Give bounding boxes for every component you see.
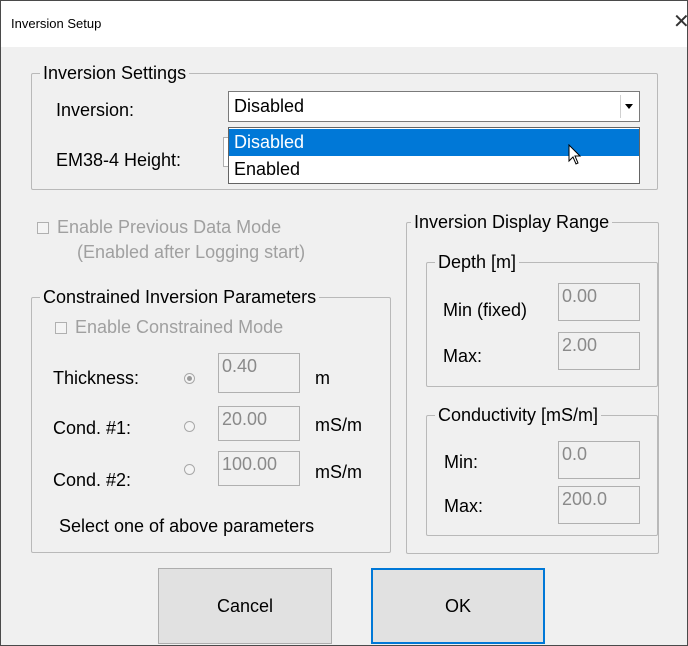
- thickness-field[interactable]: 0.40: [218, 353, 300, 393]
- cond2-radio[interactable]: [184, 464, 195, 475]
- constrained-hint: Select one of above parameters: [59, 516, 315, 536]
- title-bar: Inversion Setup ✕: [1, 1, 687, 47]
- cond1-label: Cond. #1:: [53, 418, 132, 438]
- conductivity-min-label: Min:: [444, 452, 479, 472]
- conductivity-max-field[interactable]: 200.0: [558, 486, 640, 524]
- constrained-parameters-legend: Constrained Inversion Parameters: [40, 286, 320, 308]
- depth-min-label: Min (fixed): [443, 300, 528, 320]
- cond1-radio[interactable]: [184, 421, 195, 432]
- previous-data-mode-sublabel: (Enabled after Logging start): [77, 242, 306, 262]
- inversion-label: Inversion:: [56, 100, 135, 120]
- window-title: Inversion Setup: [11, 16, 102, 31]
- cond1-field[interactable]: 20.00: [218, 406, 300, 441]
- depth-min-field[interactable]: 0.00: [558, 283, 640, 321]
- conductivity-legend: Conductivity [mS/m]: [435, 404, 602, 426]
- inversion-combobox-value: Disabled: [234, 96, 305, 116]
- previous-data-mode-label: Enable Previous Data Mode: [57, 217, 282, 237]
- cond1-unit: mS/m: [315, 415, 362, 435]
- thickness-unit: m: [315, 368, 330, 388]
- depth-max-field[interactable]: 2.00: [558, 332, 640, 370]
- cond2-label: Cond. #2:: [53, 470, 132, 490]
- inversion-combobox[interactable]: Disabled: [228, 91, 640, 122]
- chevron-down-icon[interactable]: [620, 95, 637, 118]
- depth-legend: Depth [m]: [435, 251, 520, 273]
- cond2-unit: mS/m: [315, 462, 362, 482]
- depth-max-label: Max:: [443, 346, 483, 366]
- previous-data-mode-checkbox[interactable]: [37, 222, 49, 234]
- constrained-mode-label: Enable Constrained Mode: [75, 317, 284, 337]
- ok-button[interactable]: OK: [371, 568, 545, 644]
- thickness-label: Thickness:: [53, 368, 140, 388]
- display-range-legend: Inversion Display Range: [411, 211, 613, 233]
- cancel-button[interactable]: Cancel: [158, 568, 332, 644]
- thickness-radio[interactable]: [184, 373, 195, 384]
- conductivity-max-label: Max:: [444, 496, 484, 516]
- conductivity-min-field[interactable]: 0.0: [558, 441, 640, 479]
- constrained-mode-checkbox[interactable]: [55, 322, 67, 334]
- close-icon[interactable]: ✕: [673, 10, 687, 34]
- inversion-setup-dialog: Inversion Setup ✕ Inversion Settings Inv…: [0, 0, 688, 646]
- inversion-settings-legend: Inversion Settings: [40, 62, 190, 84]
- em38-height-label: EM38-4 Height:: [56, 150, 182, 170]
- cond2-field[interactable]: 100.00: [218, 451, 300, 486]
- mouse-pointer-icon: [568, 143, 582, 171]
